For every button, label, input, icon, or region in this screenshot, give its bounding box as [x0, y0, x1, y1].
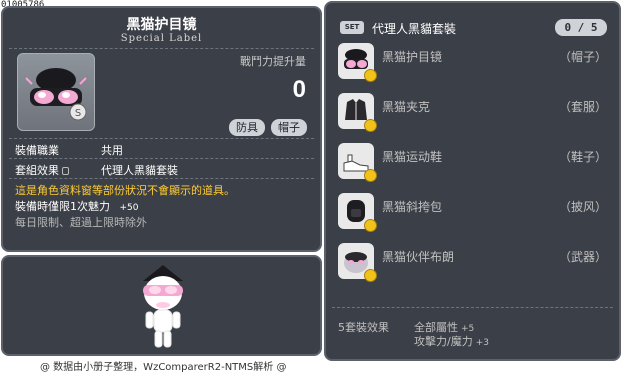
backpack-icon: [338, 193, 377, 232]
set-effect-label: 套組效果: [15, 164, 59, 177]
divider: [9, 138, 314, 139]
set-item-slot: （武器）: [558, 250, 607, 264]
set-effect-value: 代理人黑貓套裝: [101, 164, 178, 177]
divider: [9, 48, 314, 49]
divider: [9, 178, 314, 179]
set-item-name: 黑猫伙伴布朗: [382, 250, 455, 264]
coin-icon: [364, 269, 377, 282]
set-item[interactable]: 黑猫夹克 （套服）: [336, 91, 611, 132]
charm-label: 裝備時僅限1次魅力: [15, 200, 110, 213]
svg-text:S: S: [75, 108, 81, 119]
character-preview: [143, 265, 183, 348]
lock-icon: [62, 167, 69, 175]
set-item-name: 黑猫运动鞋: [382, 150, 443, 164]
divider: [332, 307, 613, 308]
footer-credit: @ 数据由小册子整理，WzComparerR2-NTMS解析 @: [40, 362, 287, 372]
set-item[interactable]: 黑猫伙伴布朗 （武器）: [336, 241, 611, 282]
jacket-icon: [338, 93, 377, 132]
coin-icon: [364, 169, 377, 182]
set-item-name: 黑猫斜挎包: [382, 200, 443, 214]
job-row: 裝備職業 共用: [15, 142, 123, 158]
tag-hat: 帽子: [271, 119, 307, 136]
set-badge: SET: [340, 21, 364, 34]
set-item-slot: （套服）: [558, 100, 607, 114]
coin-icon: [364, 119, 377, 132]
job-label: 裝備職業: [15, 144, 59, 157]
limit-text: 每日限制、超過上限時除外: [15, 216, 147, 229]
divider: [9, 158, 314, 159]
item-icon-frame: S: [17, 53, 95, 131]
set-item-slot: （帽子）: [558, 50, 607, 64]
set-item[interactable]: 黑猫运动鞋 （鞋子）: [336, 141, 611, 182]
item-tooltip-panel: 黑猫护目镜 Special Label S 戰鬥力提升量 0 防具 帽子 裝備職…: [1, 6, 322, 252]
charm-value: +50: [119, 203, 139, 213]
character-preview-panel: [1, 255, 322, 356]
item-name: 黑猫护目镜: [126, 17, 197, 33]
companion-icon: [338, 243, 377, 282]
set-item-slot: （披风）: [558, 200, 607, 214]
combat-power-value: 0: [292, 76, 306, 103]
combat-power-label: 戰鬥力提升量: [240, 55, 306, 68]
set-item-slot: （鞋子）: [558, 150, 607, 164]
set-item-name: 黑猫夹克: [382, 100, 431, 114]
goggles-icon: [338, 43, 377, 82]
set-item[interactable]: 黑猫护目镜 （帽子）: [336, 41, 611, 82]
set-bonus-row: 攻擊力/魔力 +3: [414, 333, 489, 349]
job-value: 共用: [101, 144, 123, 157]
sneakers-icon: [338, 143, 377, 182]
tag-armor: 防具: [229, 119, 265, 136]
set-name: 代理人黑貓套裝: [372, 22, 457, 36]
warning-text: 這是角色資料窗等部份狀況不會顯示的道具。: [15, 184, 235, 197]
coin-icon: [364, 69, 377, 82]
item-label: Special Label: [120, 33, 203, 44]
set-count: 0 / 5: [555, 19, 607, 36]
coin-icon: [364, 219, 377, 232]
set-effect-row: 套組效果 代理人黑貓套裝: [15, 162, 178, 178]
set-bonus-label: 5套裝效果: [338, 321, 389, 334]
set-item[interactable]: 黑猫斜挎包 （披风）: [336, 191, 611, 232]
set-item-name: 黑猫护目镜: [382, 50, 443, 64]
set-panel: SET 代理人黑貓套裝 0 / 5 黑猫护目镜 （帽子） 黑猫夹克 （套服） 黑…: [324, 1, 621, 361]
set-bonus-text: 攻擊力/魔力: [414, 335, 473, 348]
goggles-icon: S: [25, 68, 87, 121]
set-bonus-value: +3: [475, 338, 489, 348]
charm-row: 裝備時僅限1次魅力 +50: [15, 198, 139, 214]
